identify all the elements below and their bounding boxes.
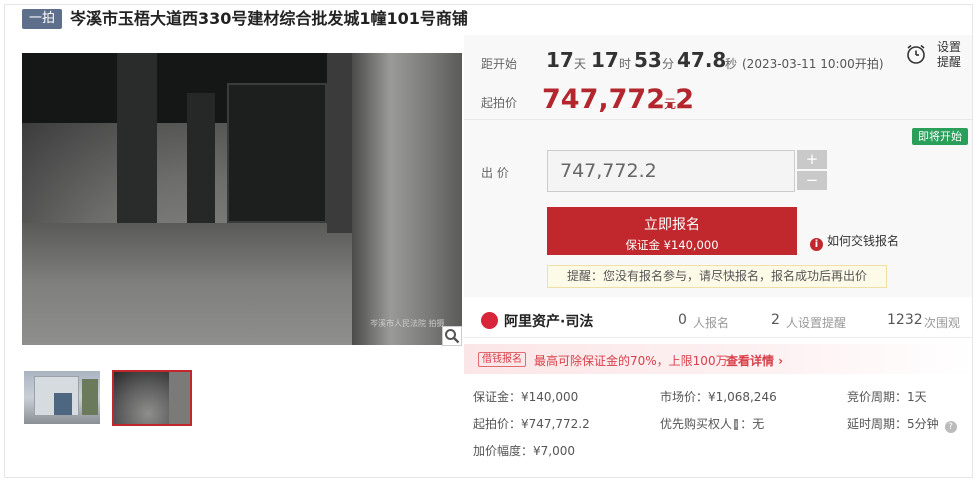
countdown-hours-unit: 时 [619,57,632,71]
bid-increase-button[interactable]: + [797,150,827,169]
signup-button[interactable]: 立即报名 保证金 ¥140,000 [547,207,797,255]
brand-stats-row: 阿里资产·司法 0 人报名 2 人设置提醒 1232 次围观 [464,302,972,338]
signup-count-label: 人报名 [693,316,730,330]
thumbnail-2-selected[interactable] [112,370,192,426]
photo-door [187,93,215,223]
countdown-label: 距开始 [481,57,518,71]
how-to-pay-link[interactable]: i 如何交钱报名 [810,232,899,251]
help-icon[interactable]: ? [944,421,957,433]
thumb-column [169,372,190,424]
alarm-clock-icon [907,44,925,64]
reminder-line1: 设置 [937,40,962,54]
countdown-minutes: 53 [634,48,662,72]
view-count: 1232 [887,312,923,328]
countdown-days: 17 [546,48,574,72]
loan-tag: 借钱报名 [478,352,526,367]
starting-price-unit: 元 [664,97,677,111]
photo-shutter [227,83,327,223]
thumbnail-1[interactable] [24,371,100,424]
priority-buyer-value: ：无 [740,417,765,431]
countdown-days-unit: 天 [574,57,587,71]
increment-detail: 加价幅度：¥7,000 [473,444,575,458]
photo-watermark: 岑溪市人民法院 拍摄 [370,319,445,328]
signup-label: 立即报名 [644,217,700,233]
priority-buyer-label: 优先购买权人 [660,417,733,431]
reminder-count-label: 人设置提醒 [786,316,847,330]
brand-name: 阿里资产·司法 [504,314,594,330]
reminder-line2: 提醒 [937,55,962,69]
start-price-detail: 起拍价：¥747,772.2 [473,417,590,431]
main-photo[interactable] [22,53,462,345]
ali-assets-logo [481,312,498,329]
start-time: (2023-03-11 10:00开拍) [742,57,884,71]
view-details-link[interactable]: 查看详情 › [726,352,783,369]
status-badge: 即将开始 [912,128,968,145]
bid-decrease-button[interactable]: − [797,171,827,190]
thumb-tree [82,379,98,415]
delay-cycle-label: 延时周期：5分钟 [847,417,939,431]
panel-divider [464,119,972,120]
set-reminder-button[interactable]: 设置 提醒 [905,40,965,72]
magnifier-icon [445,329,460,344]
auction-round-badge: 一拍 [22,9,62,29]
loan-promo-banner: 借钱报名 最高可除保证金的70%，上限100万 查看详情 › [464,344,972,374]
bid-label: 出 价 [481,166,509,180]
signup-tip: 提醒：您没有报名参与，请尽快报名，报名成功后再出价 [547,265,887,288]
info-icon: i [810,238,823,251]
zoom-button[interactable] [442,326,462,346]
signup-deposit: 保证金 ¥140,000 [625,238,719,252]
photo-wall [327,53,355,233]
page-title: 岑溪市玉梧大道西330号建材综合批发城1幢101号商铺 [70,9,468,28]
countdown-seconds-unit: 秒 [725,57,738,71]
countdown-hours: 17 [591,48,619,72]
starting-price-label: 起拍价 [481,96,518,110]
photo-column [352,53,462,345]
thumb-doorway [54,393,72,415]
photo-pillar [117,53,157,223]
market-price-detail: 市场价：¥1,068,246 [660,390,777,404]
how-to-pay-label: 如何交钱报名 [827,234,900,248]
signup-count: 0 [678,312,687,328]
delay-cycle-detail: 延时周期：5分钟? [847,415,957,433]
loan-promo-text: 最高可除保证金的70%，上限100万 [534,354,728,368]
priority-info-icon[interactable]: i [734,419,739,430]
priority-buyer-detail: 优先购买权人 i ：无 [660,415,764,432]
bid-input[interactable] [547,150,795,192]
view-count-label: 次围观 [924,316,961,330]
countdown-minutes-unit: 分 [662,57,675,71]
reminder-count: 2 [771,312,780,328]
auction-cycle-detail: 竞价周期：1天 [847,390,927,404]
countdown-seconds: 47.8 [677,48,727,72]
deposit-detail: 保证金：¥140,000 [473,390,579,404]
reminder-label: 设置 提醒 [937,40,961,70]
